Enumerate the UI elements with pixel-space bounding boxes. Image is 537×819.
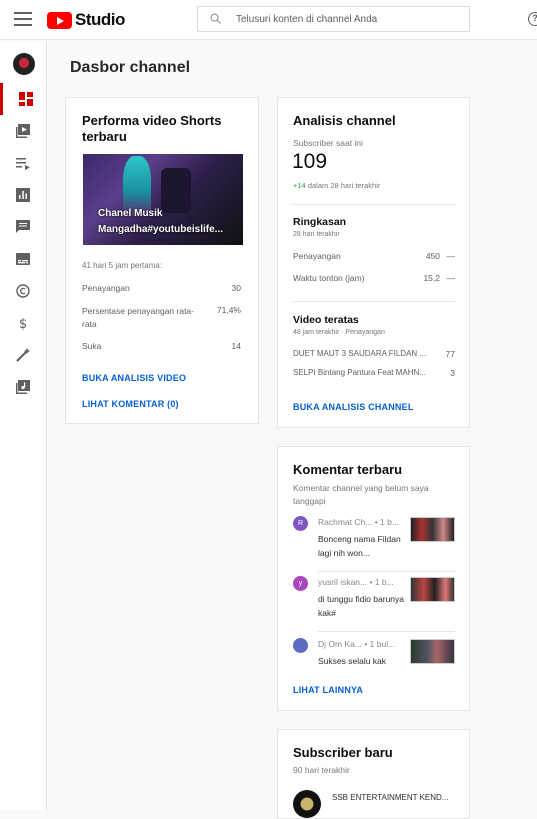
summary-period: 28 hari terakhir: [293, 231, 340, 238]
stat-value-views: 30: [231, 283, 241, 293]
dashboard-icon: [19, 92, 33, 106]
youtube-play-icon: [47, 11, 72, 29]
subscriber-name[interactable]: SSB ENTERTAINMENT KEND...: [332, 793, 448, 802]
dollar-icon: $: [19, 317, 27, 330]
channel-analytics-card: Analisis channel Subscriber saat ini 109…: [277, 97, 470, 428]
channel-avatar[interactable]: [13, 53, 35, 75]
sidebar-item-customization[interactable]: [0, 339, 47, 371]
stat-label-likes: Suka: [82, 341, 102, 351]
help-icon[interactable]: ?: [528, 12, 537, 26]
playlist-icon: [16, 158, 30, 170]
audio-library-icon: [16, 380, 30, 394]
sidebar-item-audio-library[interactable]: [0, 371, 47, 403]
stat-value-avg-viewed: 71,4%: [216, 305, 241, 315]
comments-card-title: Komentar terbaru: [293, 462, 403, 477]
stat-label-avg-viewed: Persentase penayangan rata-rata: [82, 306, 194, 329]
thumbnail-caption: Chanel Musik Mangadha#youtubeislife...: [98, 208, 224, 235]
sidebar-item-subtitles[interactable]: [0, 243, 47, 275]
search-box[interactable]: [197, 6, 470, 32]
sidebar-item-playlists[interactable]: [0, 147, 47, 179]
comment-text: di tunggu fidio barunya kak#: [318, 594, 405, 618]
youtube-studio-logo[interactable]: Studio: [47, 10, 125, 30]
top-videos-period: 48 jam terakhir · Penayangan: [293, 329, 385, 336]
hamburger-menu-icon[interactable]: [14, 12, 32, 26]
sidebar: $: [0, 41, 47, 810]
subscriber-count: 109: [292, 150, 328, 173]
top-video-views: 77: [445, 349, 455, 359]
magic-wand-icon: [16, 348, 30, 362]
commenter-name: yusril iskan... • 1 b...: [318, 577, 394, 587]
logo-text: Studio: [75, 10, 125, 29]
summary-value-watchtime: 15,2: [423, 273, 440, 283]
sidebar-item-content[interactable]: [0, 115, 47, 147]
summary-label-views: Penayangan: [293, 251, 341, 261]
new-subscribers-card: Subscriber baru 90 hari terakhir SSB ENT…: [277, 729, 470, 819]
subscriber-change-period: dalam 28 hari terakhir: [307, 181, 381, 190]
comment-video-thumbnail[interactable]: [410, 577, 455, 602]
latest-comments-card: Komentar terbaru Komentar channel yang b…: [277, 446, 470, 711]
divider: [318, 631, 455, 632]
sidebar-item-copyright[interactable]: [0, 275, 47, 307]
comments-subtitle: Komentar channel yang belum saya tanggap…: [293, 483, 429, 506]
page-title: Dasbor channel: [70, 59, 191, 76]
comments-icon: [16, 220, 30, 233]
shorts-performance-card: Performa video Shorts terbaru Chanel Mus…: [65, 97, 259, 424]
comment-text: Sukses selalu kak: [318, 656, 387, 666]
summary-trend-views: —: [446, 251, 456, 261]
video-thumbnail[interactable]: Chanel Musik Mangadha#youtubeislife...: [83, 154, 243, 245]
commenter-avatar[interactable]: [293, 638, 308, 653]
comment-text: Bonceng nama Fildan lagi nih won...: [318, 534, 401, 558]
svg-text:$: $: [19, 317, 27, 330]
top-video-title[interactable]: DUET MAUT 3 SAUDARA FILDAN ...: [293, 349, 438, 358]
shorts-card-title: Performa video Shorts terbaru: [82, 113, 222, 144]
divider: [293, 204, 455, 205]
subscribers-period: 90 hari terakhir: [293, 765, 350, 775]
summary-value-views: 450: [425, 251, 440, 261]
analytics-icon: [16, 188, 30, 202]
sidebar-item-dashboard[interactable]: [0, 83, 47, 115]
divider: [293, 301, 455, 302]
summary-trend-watchtime: —: [446, 273, 456, 283]
commenter-avatar[interactable]: R: [293, 516, 308, 531]
top-videos-title: Video teratas: [293, 314, 359, 326]
commenter-name: Rachmat Ch... • 1 b...: [318, 517, 399, 527]
sidebar-item-monetization[interactable]: $: [0, 307, 47, 339]
subscriber-change: +14: [293, 181, 306, 190]
sidebar-item-analytics[interactable]: [0, 179, 47, 211]
divider: [318, 571, 455, 572]
top-video-title[interactable]: SELPI Bintang Pantura Feat MAHN...: [293, 368, 438, 377]
open-video-analytics-link[interactable]: BUKA ANALISIS VIDEO: [82, 373, 186, 383]
subtitles-icon: [16, 253, 30, 265]
summary-label-watchtime: Waktu tonton (jam): [293, 273, 365, 283]
subscribers-card-title: Subscriber baru: [293, 745, 393, 760]
view-more-comments-link[interactable]: LIHAT LAINNYA: [293, 685, 363, 695]
analytics-card-title: Analisis channel: [293, 113, 396, 128]
subscriber-avatar[interactable]: [293, 790, 321, 818]
commenter-name: Dj Om Ka... • 1 bul...: [318, 639, 396, 649]
video-library-icon: [16, 124, 30, 138]
search-input[interactable]: [236, 7, 466, 31]
stat-value-likes: 14: [231, 341, 241, 351]
summary-title: Ringkasan: [293, 216, 347, 228]
subscriber-label: Subscriber saat ini: [293, 138, 363, 148]
comment-video-thumbnail[interactable]: [410, 517, 455, 542]
open-channel-analytics-link[interactable]: BUKA ANALISIS CHANNEL: [293, 402, 414, 412]
copyright-icon: [16, 284, 30, 298]
search-icon[interactable]: [210, 13, 221, 24]
comment-video-thumbnail[interactable]: [410, 639, 455, 664]
sidebar-item-comments[interactable]: [0, 211, 47, 243]
top-bar: Studio ?: [0, 0, 537, 40]
shorts-period: 41 hari 5 jam pertama:: [82, 261, 163, 270]
view-comments-link[interactable]: LIHAT KOMENTAR (0): [82, 399, 179, 409]
commenter-avatar[interactable]: y: [293, 576, 308, 591]
stat-label-views: Penayangan: [82, 283, 130, 293]
top-video-views: 3: [450, 368, 455, 378]
